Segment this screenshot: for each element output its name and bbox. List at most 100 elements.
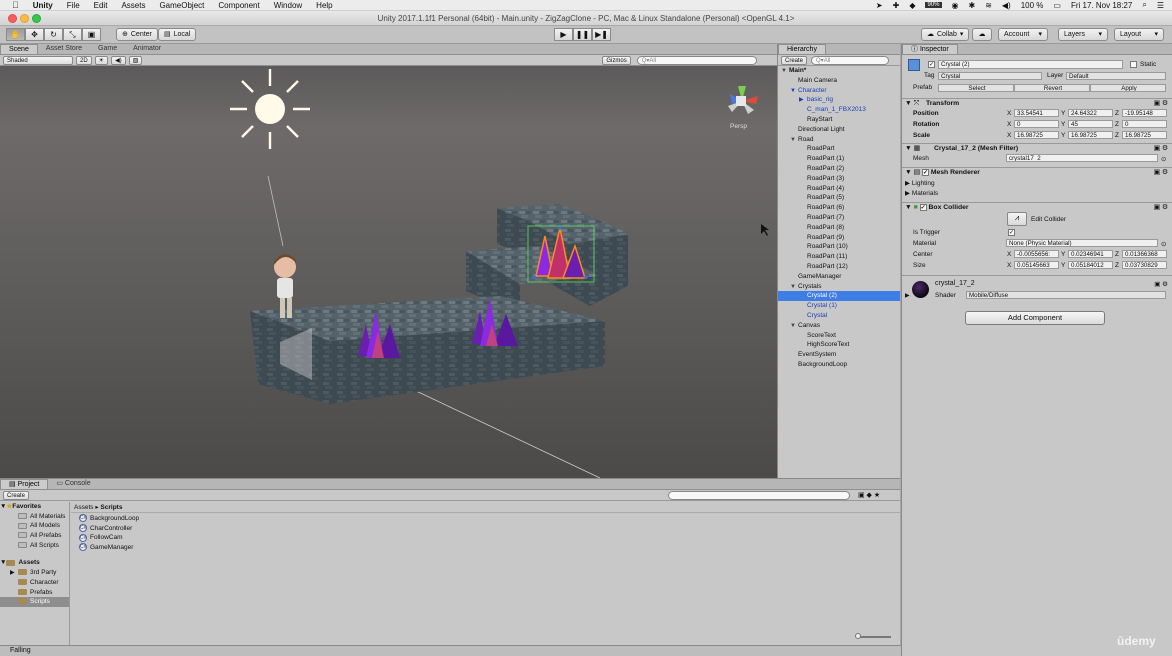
transform-z-field[interactable]: 0 — [1122, 120, 1167, 128]
prefab-revert-button[interactable]: Revert — [1014, 84, 1090, 92]
scale-tool-icon[interactable]: ⤡ — [63, 28, 82, 41]
tab-animator[interactable]: Animator — [125, 44, 169, 54]
static-checkbox[interactable] — [1130, 61, 1137, 68]
menu-edit[interactable]: Edit — [94, 1, 108, 10]
breadcrumb-scripts[interactable]: Scripts — [100, 504, 122, 511]
hierarchy-item[interactable]: RoadPart (5) — [778, 193, 900, 203]
transform-z-field[interactable]: -19.95148 — [1122, 109, 1167, 117]
size-y-field[interactable]: 0.05184012 — [1068, 261, 1113, 269]
lighting-toggle-icon[interactable]: ☀ — [94, 55, 109, 65]
menu-gameobject[interactable]: GameObject — [159, 1, 204, 10]
project-create-dropdown[interactable]: Create — [3, 490, 30, 500]
center-x-field[interactable]: -0.0055656: — [1014, 250, 1059, 258]
zoom-window-button[interactable] — [32, 14, 41, 23]
menu-file[interactable]: File — [67, 1, 80, 10]
object-name-field[interactable]: Crystal (2) — [938, 60, 1123, 69]
clock[interactable]: Fri 17. Nov 18:27 — [1071, 1, 1132, 10]
effects-toggle-icon[interactable]: ▨ — [128, 55, 143, 65]
favorite-item[interactable]: All Scripts — [0, 541, 69, 551]
apple-icon[interactable]:  — [12, 0, 19, 10]
layers-dropdown[interactable]: Layers ▾ — [1058, 28, 1108, 41]
box-collider-enabled-checkbox[interactable]: ✓ — [919, 203, 927, 211]
size-x-field[interactable]: 0.05145663 — [1014, 261, 1059, 269]
cloud-button[interactable]: ☁ — [972, 28, 992, 41]
box-collider-header[interactable]: ▼ ■ ✓ Box Collider ▣ ⚙ — [902, 202, 1172, 213]
hand-tool-icon[interactable]: ✋ — [6, 28, 25, 41]
hierarchy-item[interactable]: ScoreText — [778, 331, 900, 341]
hierarchy-item[interactable]: RoadPart (8) — [778, 223, 900, 233]
hierarchy-search-input[interactable]: Q▾All — [811, 55, 890, 65]
script-file-item[interactable]: C# CharController — [79, 523, 900, 534]
component-settings-icon[interactable]: ▣ ⚙ — [1154, 144, 1168, 154]
transform-header[interactable]: ▼ ⤧ Transform ▣ ⚙ — [902, 98, 1172, 109]
tab-hierarchy[interactable]: Hierarchy — [778, 44, 826, 54]
menu-assets[interactable]: Assets — [121, 1, 145, 10]
hierarchy-item[interactable]: ▼ Main* — [778, 66, 900, 76]
transform-y-field[interactable]: 45 — [1068, 120, 1113, 128]
dropbox-icon[interactable]: ◆ — [909, 1, 915, 10]
tab-game[interactable]: Game — [90, 44, 125, 54]
memory-indicator[interactable]: 90% — [925, 2, 942, 8]
component-settings-icon[interactable]: ▣ ⚙ — [1154, 168, 1168, 178]
minimize-window-button[interactable] — [20, 14, 29, 23]
component-settings-icon[interactable]: ▣ ⚙ — [1154, 280, 1168, 288]
hierarchy-item[interactable]: BackgroundLoop — [778, 360, 900, 370]
step-icon[interactable]: ▶❚ — [592, 28, 611, 41]
hierarchy-item[interactable]: RoadPart (12) — [778, 262, 900, 272]
asset-folder-item[interactable]: ▶ 3rd Party — [0, 568, 69, 578]
script-file-item[interactable]: C# BackgroundLoop — [79, 514, 900, 524]
mesh-field[interactable]: crystal17_2 — [1006, 154, 1158, 162]
location-icon[interactable]: ➤ — [876, 1, 883, 10]
assets-header[interactable]: ▼ Assets — [0, 558, 69, 568]
play-icon[interactable]: ▶ — [554, 28, 573, 41]
center-z-field[interactable]: 0.01366368 — [1122, 250, 1167, 258]
script-file-item[interactable]: C# GameManager — [79, 543, 900, 553]
size-z-field[interactable]: 0.03730829 — [1122, 261, 1167, 269]
volume-icon[interactable]: ◀) — [1002, 1, 1011, 10]
filter-icons[interactable]: ▣ ◆ ★ — [858, 491, 880, 499]
edit-collider-icon[interactable]: ⩘ — [1007, 212, 1027, 226]
hierarchy-item[interactable]: RoadPart (3) — [778, 174, 900, 184]
close-window-button[interactable] — [8, 14, 17, 23]
transform-x-field[interactable]: 0 — [1014, 120, 1059, 128]
component-settings-icon[interactable]: ▣ ⚙ — [1154, 99, 1168, 109]
account-dropdown[interactable]: Account ▾ — [998, 28, 1048, 41]
prefab-apply-button[interactable]: Apply — [1090, 84, 1166, 92]
hierarchy-item[interactable]: RoadPart (4) — [778, 184, 900, 194]
collider-material-field[interactable]: None (Physic Material) — [1006, 239, 1158, 247]
add-component-button[interactable]: Add Component — [965, 311, 1105, 325]
active-checkbox[interactable]: ✓ — [928, 61, 935, 68]
transform-y-field[interactable]: 16.98725 — [1068, 131, 1113, 139]
tab-console[interactable]: ▭ Console — [48, 479, 98, 489]
hierarchy-item[interactable]: RoadPart — [778, 144, 900, 154]
object-picker-icon[interactable]: ⊙ — [1161, 240, 1166, 248]
asset-folder-item[interactable]: Scripts — [0, 597, 69, 607]
project-search-input[interactable] — [668, 491, 850, 500]
gizmos-dropdown[interactable]: Gizmos — [602, 55, 631, 65]
pivot-center-button[interactable]: ⊕ Center — [116, 28, 158, 41]
transform-y-field[interactable]: 24.64322 — [1068, 109, 1113, 117]
object-picker-icon[interactable]: ⊙ — [1161, 155, 1166, 163]
hierarchy-item[interactable]: RoadPart (7) — [778, 213, 900, 223]
favorite-item[interactable]: All Prefabs — [0, 531, 69, 541]
center-y-field[interactable]: 0.02346941 — [1068, 250, 1113, 258]
menu-window[interactable]: Window — [274, 1, 302, 10]
script-file-item[interactable]: C# FollowCam — [79, 533, 900, 543]
menu-component[interactable]: Component — [218, 1, 259, 10]
prefab-select-button[interactable]: Select — [938, 84, 1014, 92]
rotate-tool-icon[interactable]: ↻ — [44, 28, 63, 41]
hierarchy-item[interactable]: ▼ Canvas — [778, 321, 900, 331]
mesh-filter-header[interactable]: ▼ ▦ Crystal_17_2 (Mesh Filter) ▣ ⚙ — [902, 143, 1172, 154]
scene-search-input[interactable]: Q▾All — [636, 55, 757, 65]
tab-asset-store[interactable]: Asset Store — [38, 44, 90, 54]
hierarchy-item[interactable]: RayStart — [778, 115, 900, 125]
is-trigger-checkbox[interactable]: ✓ — [1008, 229, 1015, 236]
transform-z-field[interactable]: 16.98725 — [1122, 131, 1167, 139]
hierarchy-item[interactable]: GameManager — [778, 272, 900, 282]
notification-icon[interactable]: ☰ — [1157, 1, 1164, 10]
battery-text[interactable]: 100 % — [1021, 1, 1044, 10]
scene-viewport[interactable]: Persp — [0, 66, 777, 478]
asset-folder-item[interactable]: Character — [0, 578, 69, 588]
hierarchy-item[interactable]: RoadPart (9) — [778, 233, 900, 243]
tab-scene[interactable]: Scene — [0, 44, 38, 54]
